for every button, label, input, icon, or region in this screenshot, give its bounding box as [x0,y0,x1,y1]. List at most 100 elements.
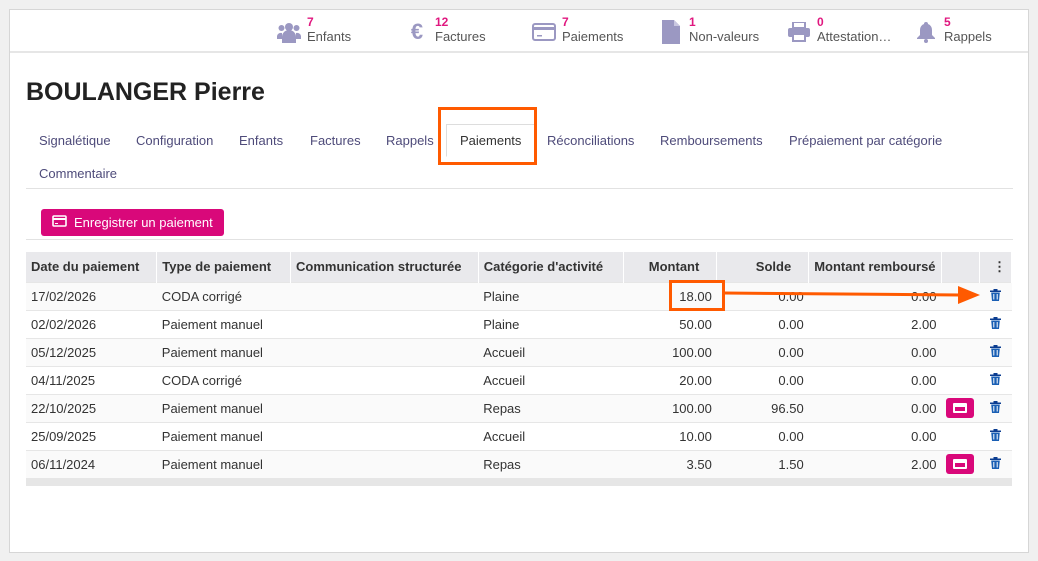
col-type[interactable]: Type de paiement [156,252,292,282]
col-montant[interactable]: Montant [623,252,718,282]
trash-icon[interactable] [989,372,1001,388]
cell-date: 06/11/2024 [26,449,157,478]
stat-enfants[interactable]: 7 Enfants [276,16,351,45]
page-title: BOULANGER Pierre [26,78,265,106]
cell-delete [979,337,1012,366]
cell-pay [941,365,980,394]
stats-bar: 7 Enfants € 12 Factures 7 Paiements 1 Non-va… [10,10,1028,53]
table-row[interactable]: 22/10/2025 Paiement manuel Repas 100.00 … [26,393,1012,422]
refund-payment-button[interactable] [946,454,975,475]
cell-rembourse: 0.00 [808,365,942,394]
stat-label: Enfants [307,29,352,44]
cell-delete [979,449,1012,478]
cell-type: Paiement manuel [156,393,291,422]
tab-remboursements[interactable]: Remboursements [660,133,763,148]
tab-configuration[interactable]: Configuration [136,133,213,148]
cell-categorie: Accueil [478,365,624,394]
col-date[interactable]: Date du paiement [26,252,158,282]
cell-pay [941,393,980,422]
refund-payment-button[interactable] [946,398,975,418]
divider [26,188,1013,189]
trash-icon[interactable] [989,428,1001,444]
stat-attestation[interactable]: 0 Attestation… [786,16,891,45]
tab-prepaiement[interactable]: Prépaiement par catégorie [789,133,942,148]
cell-rembourse: 0.00 [808,337,942,366]
tab-enfants[interactable]: Enfants [239,133,283,148]
tab-commentaire[interactable]: Commentaire [39,166,117,181]
table-row[interactable]: 25/09/2025 Paiement manuel Accueil 10.00… [26,421,1012,450]
register-payment-label: Enregistrer un paiement [74,215,213,230]
col-solde[interactable]: Solde [716,252,810,282]
tab-reconciliations[interactable]: Réconciliations [547,133,634,148]
cell-montant: 20.00 [623,365,717,394]
cell-categorie: Plaine [478,309,624,338]
cell-montant: 50.00 [623,309,717,338]
stat-count: 12 [435,15,449,29]
annotation-arrow-icon [724,286,980,304]
stat-non-valeurs[interactable]: 1 Non-valeurs [658,16,759,45]
cell-rembourse: 2.00 [808,449,942,478]
cell-type: CODA corrigé [156,281,291,310]
cell-pay [941,421,980,450]
euro-icon: € [410,19,424,44]
trash-icon[interactable] [989,400,1001,416]
cell-categorie: Accueil [478,337,624,366]
trash-icon[interactable] [989,456,1001,472]
main-panel: 7 Enfants € 12 Factures 7 Paiements 1 Non-va… [9,9,1029,553]
cell-solde: 0.00 [716,365,809,394]
col-communication[interactable]: Communication structurée [290,252,479,282]
cell-type: Paiement manuel [156,421,291,450]
stat-rappels[interactable]: 5 Rappels [913,16,992,45]
table-row[interactable]: 05/12/2025 Paiement manuel Accueil 100.0… [26,337,1012,366]
stat-count: 5 [944,15,951,29]
trash-icon[interactable] [989,316,1001,332]
tab-signaletique[interactable]: Signalétique [39,133,111,148]
cell-delete [979,281,1012,310]
cell-communication [290,337,479,366]
col-categorie[interactable]: Catégorie d'activité [478,252,625,282]
cell-delete [979,393,1012,422]
trash-icon[interactable] [989,288,1001,304]
stat-factures[interactable]: € 12 Factures [404,16,486,45]
stat-paiements[interactable]: 7 Paiements [531,16,623,45]
trash-icon[interactable] [989,344,1001,360]
cell-delete [979,421,1012,450]
column-menu-icon[interactable]: ⋮ [979,252,1013,282]
cell-categorie: Repas [478,449,624,478]
cell-communication [290,393,479,422]
stat-count: 1 [689,15,696,29]
stat-count: 7 [562,15,569,29]
table-row[interactable]: 04/11/2025 CODA corrigé Accueil 20.00 0.… [26,365,1012,394]
cell-type: Paiement manuel [156,309,291,338]
cell-montant: 100.00 [623,393,717,422]
stat-label: Attestation… [817,29,892,44]
bell-icon [913,19,939,45]
divider [26,239,1013,240]
table-row[interactable]: 06/11/2024 Paiement manuel Repas 3.50 1.… [26,449,1012,478]
tab-paiements[interactable]: Paiements [446,124,536,157]
credit-card-icon [52,215,67,230]
cell-delete [979,365,1012,394]
register-payment-button[interactable]: Enregistrer un paiement [41,209,224,236]
stat-label: Rappels [944,29,992,44]
cell-communication [290,309,479,338]
table-scrollbar[interactable] [26,478,1012,486]
cell-date: 22/10/2025 [26,393,157,422]
cell-montant: 3.50 [623,449,717,478]
stat-count: 0 [817,15,824,29]
cell-pay [941,449,980,478]
cell-rembourse: 0.00 [808,421,942,450]
credit-card-icon [531,19,557,45]
cell-communication [290,365,479,394]
table-row[interactable]: 02/02/2026 Paiement manuel Plaine 50.00 … [26,309,1012,338]
cell-date: 17/02/2026 [26,281,157,310]
cell-date: 05/12/2025 [26,337,157,366]
users-icon [276,19,302,45]
tab-rappels[interactable]: Rappels [386,133,434,148]
stat-label: Factures [435,29,486,44]
col-rembourse[interactable]: Montant remboursé [808,252,942,282]
stat-count: 7 [307,15,314,29]
cell-solde: 0.00 [716,337,809,366]
tab-factures[interactable]: Factures [310,133,361,148]
cell-communication [290,421,479,450]
